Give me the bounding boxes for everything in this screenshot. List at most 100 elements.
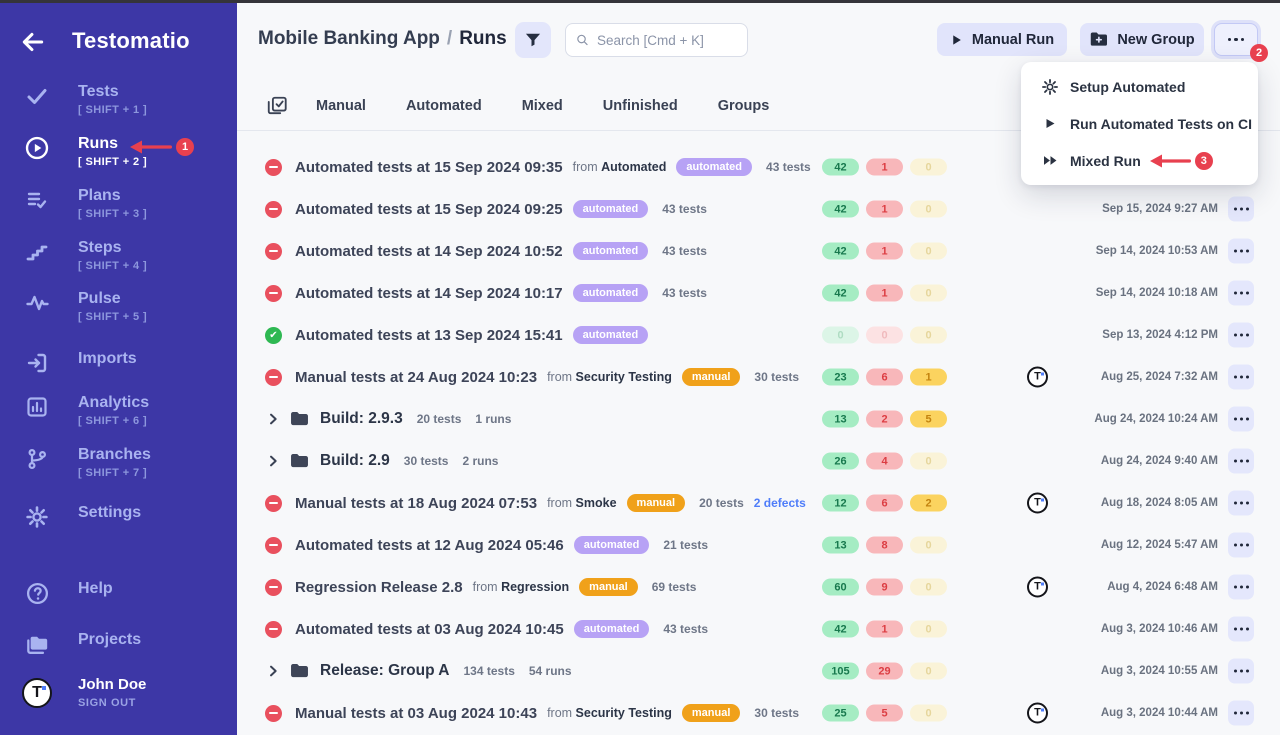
run-row[interactable]: Manual tests at 18 Aug 2024 07:53 from S…	[237, 482, 1280, 524]
run-row[interactable]: Automated tests at 14 Sep 2024 10:17 aut…	[237, 272, 1280, 314]
group-row[interactable]: Build: 2.9.3 20 tests 1 runs 13 2 5 Aug …	[237, 398, 1280, 440]
tab-unfinished[interactable]: Unfinished	[603, 98, 678, 114]
tab-mixed[interactable]: Mixed	[522, 98, 563, 114]
row-menu-button[interactable]	[1228, 239, 1254, 264]
group-tests-count: 134 tests	[464, 664, 515, 678]
menu-item-setup-automated[interactable]: Setup Automated	[1021, 68, 1258, 105]
row-menu-button[interactable]	[1228, 575, 1254, 600]
sidebar-item-imports[interactable]: Imports	[0, 349, 237, 389]
app-logo-title[interactable]: Testomatio	[72, 28, 190, 54]
run-title[interactable]: Automated tests at 12 Aug 2024 05:46	[295, 537, 564, 554]
search-input[interactable]	[597, 33, 737, 48]
run-type-badge: manual	[682, 704, 741, 722]
row-menu-button[interactable]	[1228, 323, 1254, 348]
menu-item-run-automated-ci[interactable]: Run Automated Tests on CI	[1021, 105, 1258, 142]
sidebar-item-help[interactable]: Help	[0, 579, 237, 619]
run-avatar: T	[1027, 703, 1048, 724]
run-title[interactable]: Manual tests at 18 Aug 2024 07:53	[295, 495, 537, 512]
run-type-badge: automated	[676, 158, 752, 176]
sidebar-item-steps[interactable]: Steps[ SHIFT + 4 ]	[0, 238, 237, 278]
group-time: Aug 24, 2024 10:24 AM	[1094, 413, 1218, 425]
run-time: Sep 14, 2024 10:53 AM	[1096, 245, 1218, 257]
row-menu-button[interactable]	[1228, 659, 1254, 684]
run-title[interactable]: Automated tests at 13 Sep 2024 15:41	[295, 327, 563, 344]
import-icon	[24, 350, 50, 376]
run-title[interactable]: Regression Release 2.8	[295, 579, 463, 596]
run-row[interactable]: Automated tests at 15 Sep 2024 09:25 aut…	[237, 188, 1280, 230]
breadcrumb-project[interactable]: Mobile Banking App	[258, 28, 440, 49]
run-row[interactable]: Automated tests at 03 Aug 2024 10:45 aut…	[237, 608, 1280, 650]
red-arrow-left-icon	[128, 139, 174, 155]
row-menu-button[interactable]	[1228, 533, 1254, 558]
run-row[interactable]: Automated tests at 12 Aug 2024 05:46 aut…	[237, 524, 1280, 566]
run-defects-link[interactable]: 2 defects	[754, 496, 806, 510]
sidebar-item-shortcut: [ SHIFT + 5 ]	[78, 311, 147, 323]
group-row[interactable]: Release: Group A 134 tests 54 runs 105 2…	[237, 650, 1280, 692]
chevron-right-icon[interactable]	[265, 411, 281, 427]
sidebar-item-tests[interactable]: Tests[ SHIFT + 1 ]	[0, 82, 237, 122]
run-title[interactable]: Automated tests at 15 Sep 2024 09:35	[295, 159, 563, 176]
sidebar-item-plans[interactable]: Plans[ SHIFT + 3 ]	[0, 186, 237, 226]
run-stats-pills: 12 6 2	[822, 495, 947, 512]
sidebar-item-branches[interactable]: Branches[ SHIFT + 7 ]	[0, 445, 237, 485]
row-menu-button[interactable]	[1228, 449, 1254, 474]
run-row[interactable]: Manual tests at 03 Aug 2024 10:43 from S…	[237, 692, 1280, 734]
group-name[interactable]: Build: 2.9	[320, 452, 390, 470]
window-top-border	[0, 0, 1280, 3]
run-stats-pills: 42 1 0	[822, 285, 947, 302]
run-row[interactable]: Automated tests at 14 Sep 2024 10:52 aut…	[237, 230, 1280, 272]
chevron-right-icon[interactable]	[265, 453, 281, 469]
row-menu-button[interactable]	[1228, 491, 1254, 516]
group-row[interactable]: Build: 2.9 30 tests 2 runs 26 4 0 Aug 24…	[237, 440, 1280, 482]
run-type-badge: automated	[574, 536, 650, 554]
new-group-button[interactable]: New Group	[1080, 23, 1204, 56]
row-menu-button[interactable]	[1228, 365, 1254, 390]
run-title[interactable]: Automated tests at 15 Sep 2024 09:25	[295, 201, 563, 218]
tab-groups[interactable]: Groups	[718, 98, 770, 114]
ellipsis-icon	[1234, 670, 1249, 673]
run-row[interactable]: Manual tests at 24 Aug 2024 10:23 from S…	[237, 356, 1280, 398]
search-box[interactable]	[565, 23, 748, 57]
row-menu-button[interactable]	[1228, 197, 1254, 222]
run-row[interactable]: Automated tests at 13 Sep 2024 15:41 aut…	[237, 314, 1280, 356]
tab-manual[interactable]: Manual	[316, 98, 366, 114]
run-tests-count: 69 tests	[652, 580, 697, 594]
row-menu-button[interactable]	[1228, 617, 1254, 642]
run-title[interactable]: Manual tests at 24 Aug 2024 10:23	[295, 369, 537, 386]
run-row[interactable]: Regression Release 2.8 from Regression m…	[237, 566, 1280, 608]
group-name[interactable]: Release: Group A	[320, 662, 450, 680]
run-title[interactable]: Automated tests at 14 Sep 2024 10:17	[295, 285, 563, 302]
chevron-right-icon[interactable]	[265, 663, 281, 679]
sidebar-item-analytics[interactable]: Analytics[ SHIFT + 6 ]	[0, 393, 237, 433]
group-name[interactable]: Build: 2.9.3	[320, 410, 403, 428]
filter-button[interactable]	[515, 22, 551, 58]
row-menu-button[interactable]	[1228, 701, 1254, 726]
sidebar-item-projects[interactable]: Projects	[0, 630, 237, 670]
run-time: Sep 14, 2024 10:18 AM	[1096, 287, 1218, 299]
sidebar-item-label: Steps	[78, 238, 147, 257]
row-menu-button[interactable]	[1228, 407, 1254, 432]
tab-automated[interactable]: Automated	[406, 98, 482, 114]
select-all-checklist-icon[interactable]	[266, 95, 288, 117]
folder-icon	[290, 411, 309, 427]
run-title[interactable]: Automated tests at 03 Aug 2024 10:45	[295, 621, 564, 638]
group-time: Aug 24, 2024 9:40 AM	[1101, 455, 1218, 467]
row-menu-button[interactable]	[1228, 281, 1254, 306]
stairs-icon	[24, 239, 50, 265]
run-title[interactable]: Manual tests at 03 Aug 2024 10:43	[295, 705, 537, 722]
failed-count-pill: 1	[866, 285, 903, 302]
sidebar-item-settings[interactable]: Settings	[0, 503, 237, 543]
breadcrumb: Mobile Banking App/Runs	[258, 28, 507, 50]
sidebar-item-runs[interactable]: Runs[ SHIFT + 2 ] 1	[0, 134, 237, 174]
skipped-count-pill: 0	[910, 537, 947, 554]
run-tests-count: 43 tests	[662, 244, 707, 258]
failed-count-pill: 9	[866, 579, 903, 596]
passed-count-pill: 13	[822, 537, 859, 554]
run-title[interactable]: Automated tests at 14 Sep 2024 10:52	[295, 243, 563, 260]
menu-item-mixed-run[interactable]: Mixed Run 3	[1021, 142, 1258, 179]
manual-run-button[interactable]: Manual Run	[937, 23, 1067, 56]
back-arrow-icon[interactable]	[20, 29, 46, 60]
sidebar-user[interactable]: T John Doe SIGN OUT	[0, 676, 237, 716]
sidebar-item-pulse[interactable]: Pulse[ SHIFT + 5 ]	[0, 289, 237, 329]
sign-out-link[interactable]: SIGN OUT	[78, 697, 146, 709]
